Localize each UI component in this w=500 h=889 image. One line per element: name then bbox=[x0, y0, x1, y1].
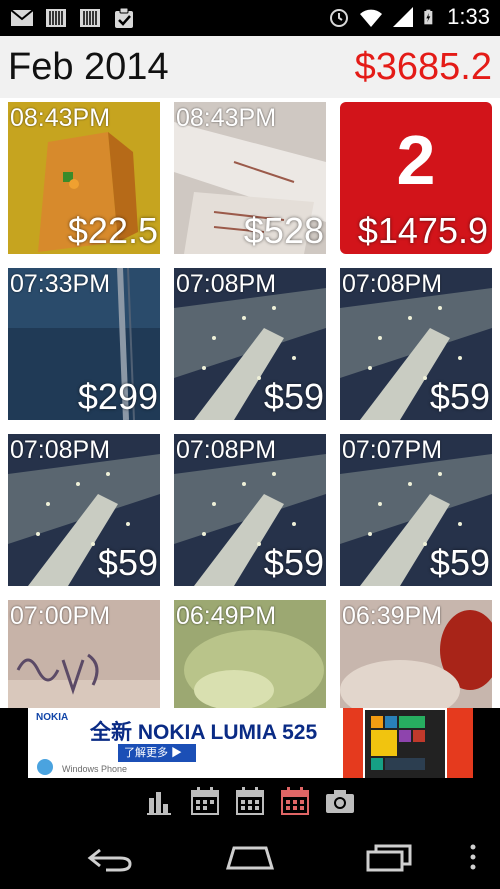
tile-time: 07:33PM bbox=[10, 270, 111, 298]
app-area: Feb 2014 $3685.2 08:43PM $22.5 08:43PM $… bbox=[0, 36, 500, 708]
ad-footer: Windows Phone bbox=[62, 764, 128, 774]
tile-amount: $59 bbox=[429, 376, 490, 417]
barcode-icon bbox=[80, 9, 100, 27]
wifi-icon bbox=[360, 9, 383, 27]
tile-time: 06:39PM bbox=[342, 602, 443, 630]
ad-learn-more-button[interactable]: 了解更多 ▶ bbox=[118, 744, 196, 762]
month-title[interactable]: Feb 2014 bbox=[8, 46, 169, 89]
tile-amount: $59 bbox=[429, 542, 490, 583]
expense-tile[interactable]: 07:33PM $299 bbox=[8, 268, 160, 420]
tile-time: 06:49PM bbox=[176, 602, 277, 630]
expense-grid: 08:43PM $22.5 08:43PM $528 2 $1475.9 07:… bbox=[0, 98, 500, 708]
expense-tile[interactable]: 07:00PM bbox=[8, 600, 160, 708]
back-icon[interactable] bbox=[86, 842, 136, 872]
clipboard-check-icon bbox=[115, 7, 133, 28]
alarm-icon bbox=[330, 9, 349, 27]
tile-amount: $59 bbox=[263, 376, 324, 417]
barcode-icon bbox=[46, 9, 66, 27]
navigation-bar bbox=[0, 824, 500, 889]
status-bar: 1:33 bbox=[0, 0, 500, 36]
summary-count: 2 bbox=[396, 121, 436, 199]
signal-icon bbox=[393, 7, 414, 27]
summary-amount: $1475.9 bbox=[357, 210, 488, 251]
month-total: $3685.2 bbox=[354, 46, 492, 88]
ad-banner[interactable]: NOKIA 全新 NOKIA LUMIA 525 了解更多 ▶ Windows … bbox=[28, 708, 473, 778]
calendar-week-icon[interactable] bbox=[235, 786, 265, 816]
tile-time: 08:43PM bbox=[10, 104, 111, 132]
ad-headline: 全新 NOKIA LUMIA 525 bbox=[90, 721, 318, 744]
tile-amount: $59 bbox=[97, 542, 158, 583]
overflow-menu-icon[interactable] bbox=[468, 842, 478, 872]
ad-phone-image bbox=[343, 708, 473, 778]
expense-tile[interactable]: 08:43PM $22.5 bbox=[8, 102, 160, 254]
tile-time: 07:08PM bbox=[342, 270, 443, 298]
calendar-day-icon[interactable] bbox=[190, 786, 220, 816]
gmail-icon bbox=[10, 9, 34, 26]
tile-amount: $59 bbox=[263, 542, 324, 583]
battery-charging-icon bbox=[424, 9, 433, 25]
expense-tile[interactable]: 07:08PM $59 bbox=[174, 434, 326, 586]
expense-tile[interactable]: 07:08PM $59 bbox=[174, 268, 326, 420]
summary-tile[interactable]: 2 $1475.9 bbox=[340, 102, 492, 254]
tile-amount: $22.5 bbox=[67, 210, 158, 251]
tile-time: 08:43PM bbox=[176, 104, 277, 132]
tile-amount: $299 bbox=[77, 376, 158, 417]
camera-icon[interactable] bbox=[324, 786, 356, 816]
windows-logo-icon bbox=[37, 759, 53, 775]
home-icon[interactable] bbox=[222, 842, 278, 872]
tile-time: 07:07PM bbox=[342, 436, 443, 464]
expense-tile[interactable]: 07:08PM $59 bbox=[340, 268, 492, 420]
status-clock: 1:33 bbox=[447, 4, 490, 29]
recent-apps-icon[interactable] bbox=[364, 842, 414, 872]
expense-tile[interactable]: 08:43PM $528 bbox=[174, 102, 326, 254]
bar-chart-icon[interactable] bbox=[145, 786, 175, 816]
tile-time: 07:08PM bbox=[10, 436, 111, 464]
tile-time: 07:08PM bbox=[176, 436, 277, 464]
ad-brand: NOKIA bbox=[36, 712, 69, 723]
expense-tile[interactable]: 06:49PM bbox=[174, 600, 326, 708]
tile-time: 07:08PM bbox=[176, 270, 277, 298]
header: Feb 2014 $3685.2 bbox=[0, 36, 500, 98]
expense-tile[interactable]: 07:07PM $59 bbox=[340, 434, 492, 586]
bottom-toolbar bbox=[0, 778, 500, 824]
calendar-month-icon[interactable] bbox=[280, 786, 310, 816]
tile-amount: $528 bbox=[243, 210, 324, 251]
tile-time: 07:00PM bbox=[10, 602, 111, 630]
expense-tile[interactable]: 06:39PM bbox=[340, 600, 492, 708]
expense-tile[interactable]: 07:08PM $59 bbox=[8, 434, 160, 586]
